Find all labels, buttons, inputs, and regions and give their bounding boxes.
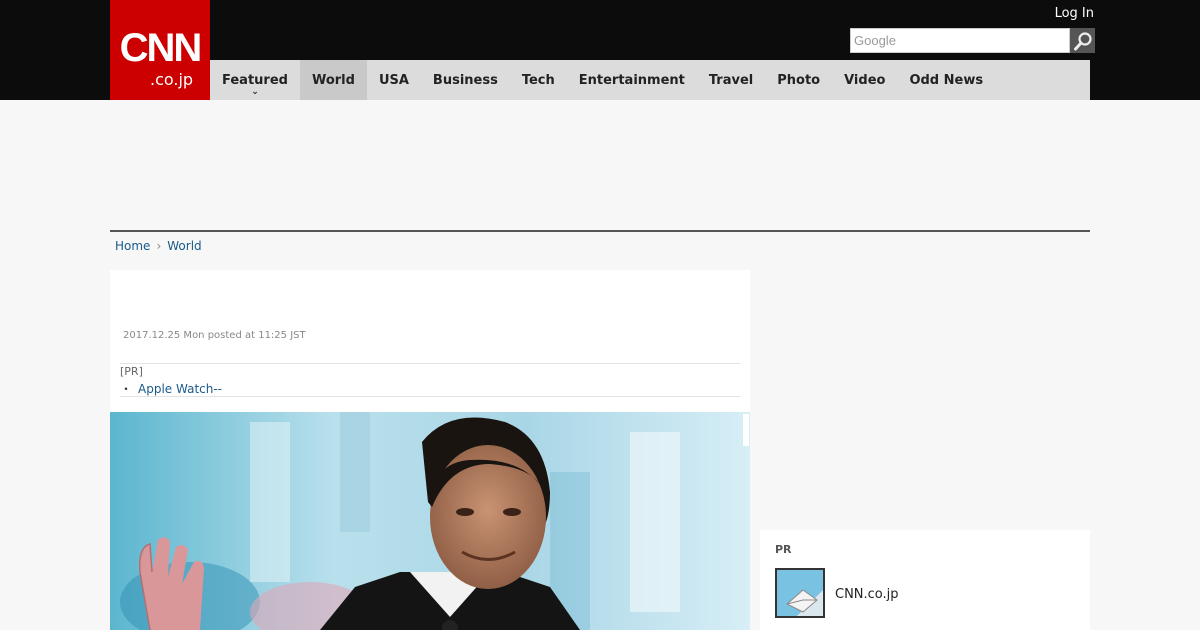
pr-link[interactable]: ・ Apple Watch--: [120, 381, 222, 397]
nav-item-label: Photo: [777, 72, 821, 88]
nav-item-entertainment[interactable]: Entertainment: [567, 60, 697, 100]
cnn-logo[interactable]: CNN .co.jp: [110, 0, 210, 100]
pr-link-text: Apple Watch--: [138, 382, 223, 396]
nav-item-travel[interactable]: Travel: [697, 60, 765, 100]
newsletter-thumbnail[interactable]: [775, 568, 825, 618]
header-bar: CNN .co.jp Log In Featured ⌄ World USA B…: [0, 0, 1200, 100]
nav-item-label: Entertainment: [578, 72, 685, 88]
nav-item-label: USA: [378, 72, 409, 88]
ad-banner-slot: [110, 100, 1090, 230]
nav-item-world[interactable]: World: [299, 60, 367, 100]
article-photo: [110, 412, 750, 630]
nav-item-odd-news[interactable]: Odd News: [897, 60, 995, 100]
breadcrumb-world[interactable]: World: [167, 238, 201, 254]
nav-item-usa[interactable]: USA: [367, 60, 421, 100]
sidebar-pr-box: PR CNN.co.jp: [760, 530, 1090, 630]
search-button[interactable]: [1070, 28, 1095, 53]
breadcrumb: Home › World: [115, 238, 202, 254]
nav-item-photo[interactable]: Photo: [765, 60, 832, 100]
sidebar-pr-label: PR: [775, 543, 792, 556]
login-link[interactable]: Log In: [1055, 6, 1094, 22]
pr-label: [PR]: [120, 365, 143, 378]
nav-item-label: Tech: [521, 72, 555, 88]
magnifier-icon: [1073, 31, 1092, 50]
chevron-down-icon: ⌄: [251, 87, 259, 97]
nav-item-label: Video: [844, 72, 886, 88]
nav-item-tech[interactable]: Tech: [510, 60, 567, 100]
main-nav: Featured ⌄ World USA Business Tech Enter…: [210, 60, 1090, 100]
nav-item-label: Business: [432, 72, 498, 88]
photo-credit-strip: [743, 414, 749, 446]
bullet-icon: ・: [120, 382, 133, 396]
nav-item-label: Travel: [708, 72, 754, 88]
pr-box: [PR] ・ Apple Watch--: [120, 363, 740, 397]
nav-item-label: World: [311, 72, 355, 88]
nav-item-business[interactable]: Business: [421, 60, 510, 100]
logo-text: CNN: [119, 26, 203, 70]
search-input[interactable]: [850, 28, 1070, 53]
nav-item-label: Featured: [222, 72, 288, 88]
logo-domain: .co.jp: [150, 70, 194, 89]
nav-item-label: Odd News: [909, 72, 984, 88]
sidebar-pr-title[interactable]: CNN.co.jp: [835, 587, 899, 602]
nav-item-featured[interactable]: Featured ⌄: [210, 60, 300, 100]
article-card: 2017.12.25 Mon posted at 11:25 JST [PR] …: [110, 270, 750, 630]
section-divider: [110, 230, 1090, 232]
chevron-right-icon: ›: [156, 239, 162, 253]
breadcrumb-home[interactable]: Home: [115, 238, 150, 254]
envelope-icon: [777, 570, 823, 616]
article-dateline: 2017.12.25 Mon posted at 11:25 JST: [123, 330, 306, 341]
nav-item-video[interactable]: Video: [832, 60, 897, 100]
